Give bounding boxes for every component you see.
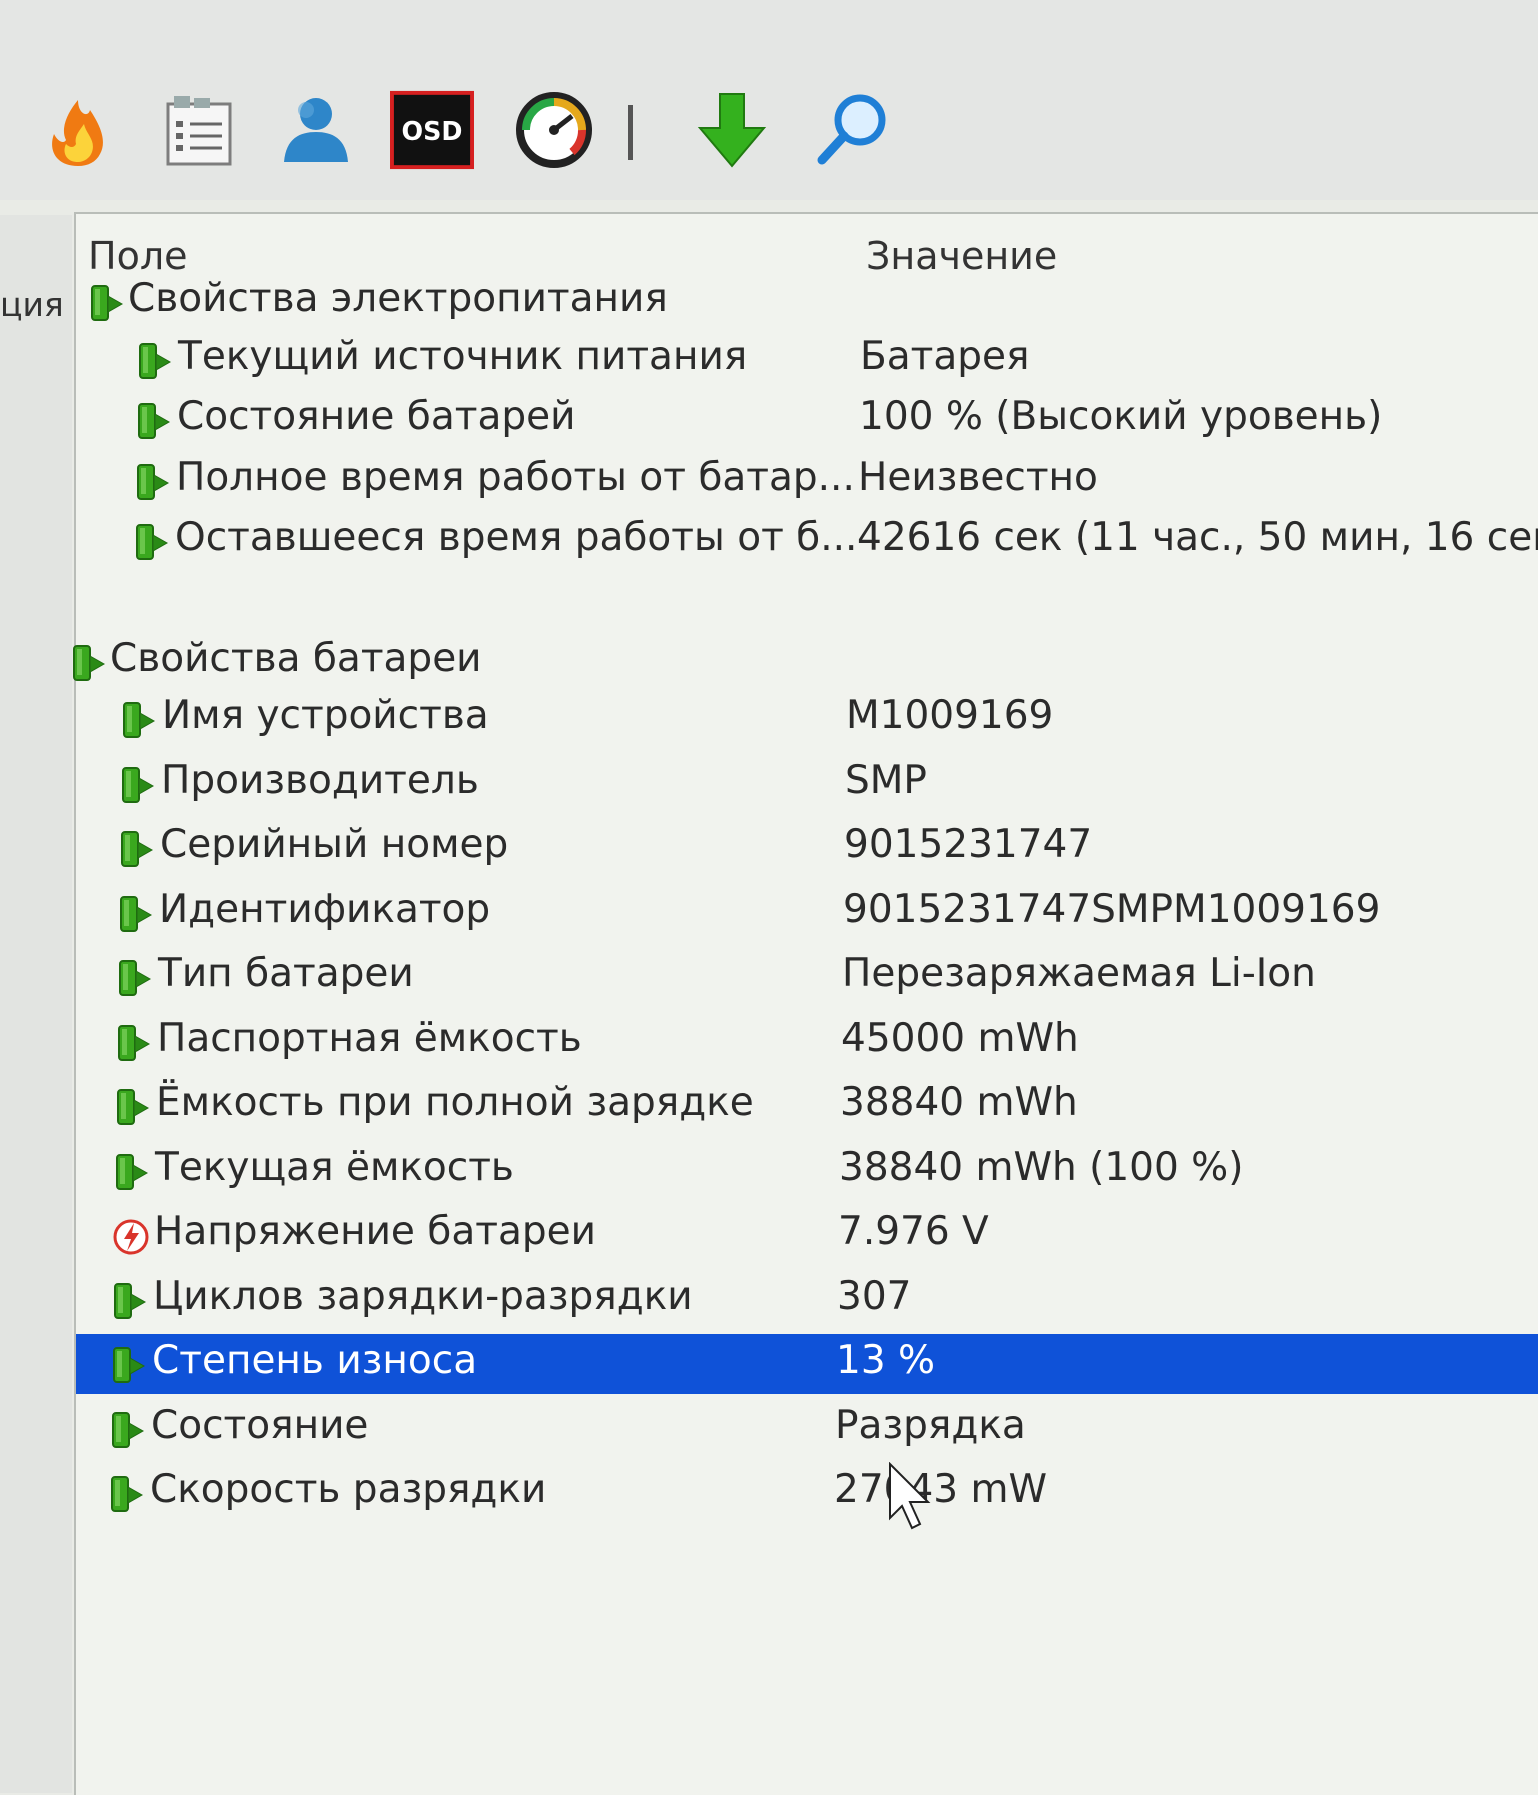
- field-label: Текущий источник питания: [178, 333, 748, 379]
- field-label: Скорость разрядки: [150, 1467, 547, 1512]
- field-label: Напряжение батареи: [154, 1209, 596, 1254]
- battery-icon: [118, 830, 154, 870]
- table-row[interactable]: Оставшееся время работы от б... 42616 сек…: [76, 511, 1538, 571]
- table-row[interactable]: Состояние батарей 100 % (Высокий уровень): [76, 390, 1538, 450]
- table-row[interactable]: Серийный номер 9015231747: [76, 818, 1538, 878]
- field-value: 100 % (Высокий уровень): [859, 394, 1383, 439]
- field-value: Разрядка: [835, 1402, 1026, 1448]
- field-label: Степень износа: [152, 1338, 478, 1383]
- field-value: 27043 mW: [834, 1467, 1048, 1512]
- field-label: Состояние: [151, 1402, 369, 1448]
- field-value: Перезаряжаемая Li-Ion: [842, 951, 1316, 996]
- battery-icon: [134, 463, 170, 503]
- field-label: Состояние батарей: [177, 394, 576, 439]
- field-value: Батарея: [860, 333, 1030, 379]
- group-row[interactable]: Свойства электропитания: [76, 272, 1538, 332]
- group-label: Свойства батареи: [110, 635, 482, 681]
- field-value: 9015231747: [844, 822, 1093, 867]
- field-label: Тип батареи: [158, 951, 414, 996]
- battery-icon: [108, 1475, 144, 1515]
- battery-icon: [119, 766, 155, 806]
- field-value: Неизвестно: [858, 454, 1098, 500]
- field-value: 42616 сек (11 час., 50 мин, 16 сек): [857, 515, 1538, 560]
- field-label: Текущая ёмкость: [155, 1144, 514, 1190]
- field-label: Идентификатор: [159, 886, 491, 932]
- field-value: 38840 mWh: [840, 1080, 1078, 1125]
- toolbar-separator: [628, 105, 633, 160]
- search-icon[interactable]: [810, 88, 894, 172]
- battery-icon: [113, 1153, 149, 1193]
- field-label: Оставшееся время работы от б...: [175, 515, 858, 560]
- properties-table: Поле Значение Свойства электропитания Тек…: [73, 212, 1538, 1795]
- table-row[interactable]: Паспортная ёмкость 45000 mWh: [76, 1012, 1538, 1072]
- table-row[interactable]: Идентификатор 9015231747SMPM1009169: [76, 883, 1538, 943]
- battery-icon: [70, 644, 106, 684]
- table-row[interactable]: Текущая ёмкость 38840 mWh (100 %): [76, 1141, 1538, 1201]
- table-row[interactable]: Состояние Разрядка: [76, 1399, 1538, 1459]
- battery-icon: [135, 402, 171, 442]
- field-label: Ёмкость при полной зарядке: [156, 1080, 754, 1125]
- battery-icon: [117, 895, 153, 935]
- table-row[interactable]: Степень износа 13 %: [76, 1334, 1538, 1394]
- table-row[interactable]: Циклов зарядки-разрядки 307: [76, 1270, 1538, 1330]
- field-value: 7.976 V: [838, 1209, 989, 1254]
- battery-icon: [133, 523, 169, 563]
- field-label: Имя устройства: [162, 693, 489, 738]
- field-label: Циклов зарядки-разрядки: [153, 1273, 693, 1319]
- battery-icon: [120, 701, 156, 741]
- table-row[interactable]: Скорость разрядки 27043 mW: [76, 1463, 1538, 1523]
- field-label: Серийный номер: [160, 822, 509, 867]
- group-label: Свойства электропитания: [128, 276, 668, 321]
- gauge-icon[interactable]: [512, 88, 596, 172]
- battery-icon: [116, 959, 152, 999]
- battery-icon: [115, 1024, 151, 1064]
- user-icon[interactable]: [272, 88, 356, 172]
- battery-icon: [136, 342, 172, 382]
- osd-icon[interactable]: OSD: [390, 88, 474, 172]
- field-value: 45000 mWh: [841, 1015, 1079, 1061]
- field-label: Полное время работы от батар...: [176, 454, 855, 500]
- toolbar: OSD: [0, 0, 1538, 200]
- field-value: 307: [837, 1273, 912, 1319]
- mouse-cursor-icon: [889, 1462, 931, 1530]
- field-value: 9015231747SMPM1009169: [843, 886, 1381, 932]
- table-row[interactable]: Производитель SMP: [76, 754, 1538, 814]
- field-value: 38840 mWh (100 %): [839, 1144, 1244, 1190]
- field-value: 13 %: [836, 1338, 936, 1383]
- field-value: SMP: [845, 757, 927, 803]
- battery-icon: [111, 1282, 147, 1322]
- left-panel-text: ция: [0, 285, 64, 324]
- group-row[interactable]: Свойства батареи: [73, 632, 1538, 692]
- battery-icon: [109, 1411, 145, 1451]
- table-row[interactable]: Напряжение батареи 7.976 V: [76, 1205, 1538, 1265]
- battery-icon: [88, 284, 124, 324]
- flame-icon[interactable]: [36, 88, 120, 172]
- left-navigation-panel[interactable]: ция: [0, 215, 72, 1793]
- voltage-icon: [112, 1217, 149, 1257]
- table-row[interactable]: Тип батареи Перезаряжаемая Li-Ion: [76, 947, 1538, 1007]
- battery-icon: [110, 1346, 146, 1386]
- osd-label: OSD: [402, 116, 463, 146]
- table-row[interactable]: Имя устройства M1009169: [76, 689, 1538, 749]
- table-row[interactable]: Ёмкость при полной зарядке 38840 mWh: [76, 1076, 1538, 1136]
- table-row[interactable]: Текущий источник питания Батарея: [76, 330, 1538, 390]
- report-icon[interactable]: [158, 88, 242, 172]
- field-value: M1009169: [846, 693, 1054, 738]
- download-arrow-icon[interactable]: [690, 88, 774, 172]
- table-row[interactable]: Полное время работы от батар... Неизвестн…: [76, 451, 1538, 511]
- battery-icon: [114, 1088, 150, 1128]
- field-label: Производитель: [161, 757, 479, 803]
- field-label: Паспортная ёмкость: [157, 1015, 582, 1061]
